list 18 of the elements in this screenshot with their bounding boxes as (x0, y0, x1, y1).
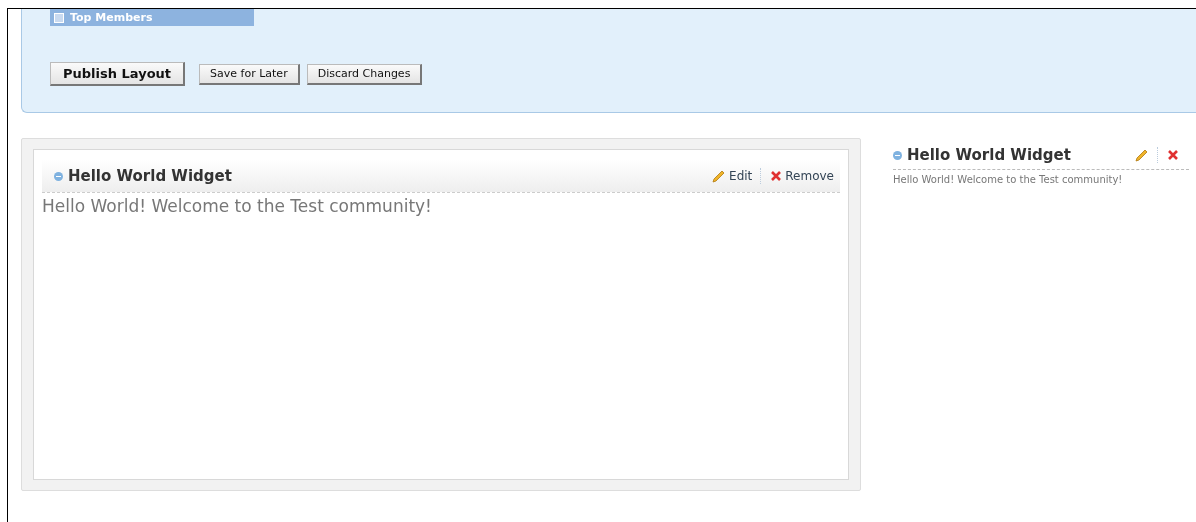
pencil-icon (711, 168, 727, 184)
widget-icon (54, 12, 64, 23)
collapse-icon[interactable] (54, 171, 63, 181)
publish-button[interactable]: Publish Layout (50, 62, 186, 86)
close-icon (770, 170, 783, 182)
remove-link[interactable] (1167, 149, 1179, 161)
pencil-icon (1134, 147, 1149, 163)
widget-text: Hello World! Welcome to the Test community! (893, 174, 1124, 185)
remove-link[interactable]: Remove (770, 169, 834, 183)
collapse-icon[interactable] (893, 150, 902, 160)
edit-link[interactable] (1134, 147, 1149, 163)
widget-text: Hello World! Welcome to the Test community! (42, 196, 433, 216)
close-icon (1167, 149, 1179, 161)
widget-title: Hello World Widget (68, 167, 232, 185)
widget-title: Hello World Widget (907, 146, 1071, 164)
layout-button[interactable]: Discard Changes (306, 63, 423, 85)
layout-button[interactable]: Save for Later (199, 63, 300, 85)
edit-link[interactable]: Edit (711, 168, 753, 184)
